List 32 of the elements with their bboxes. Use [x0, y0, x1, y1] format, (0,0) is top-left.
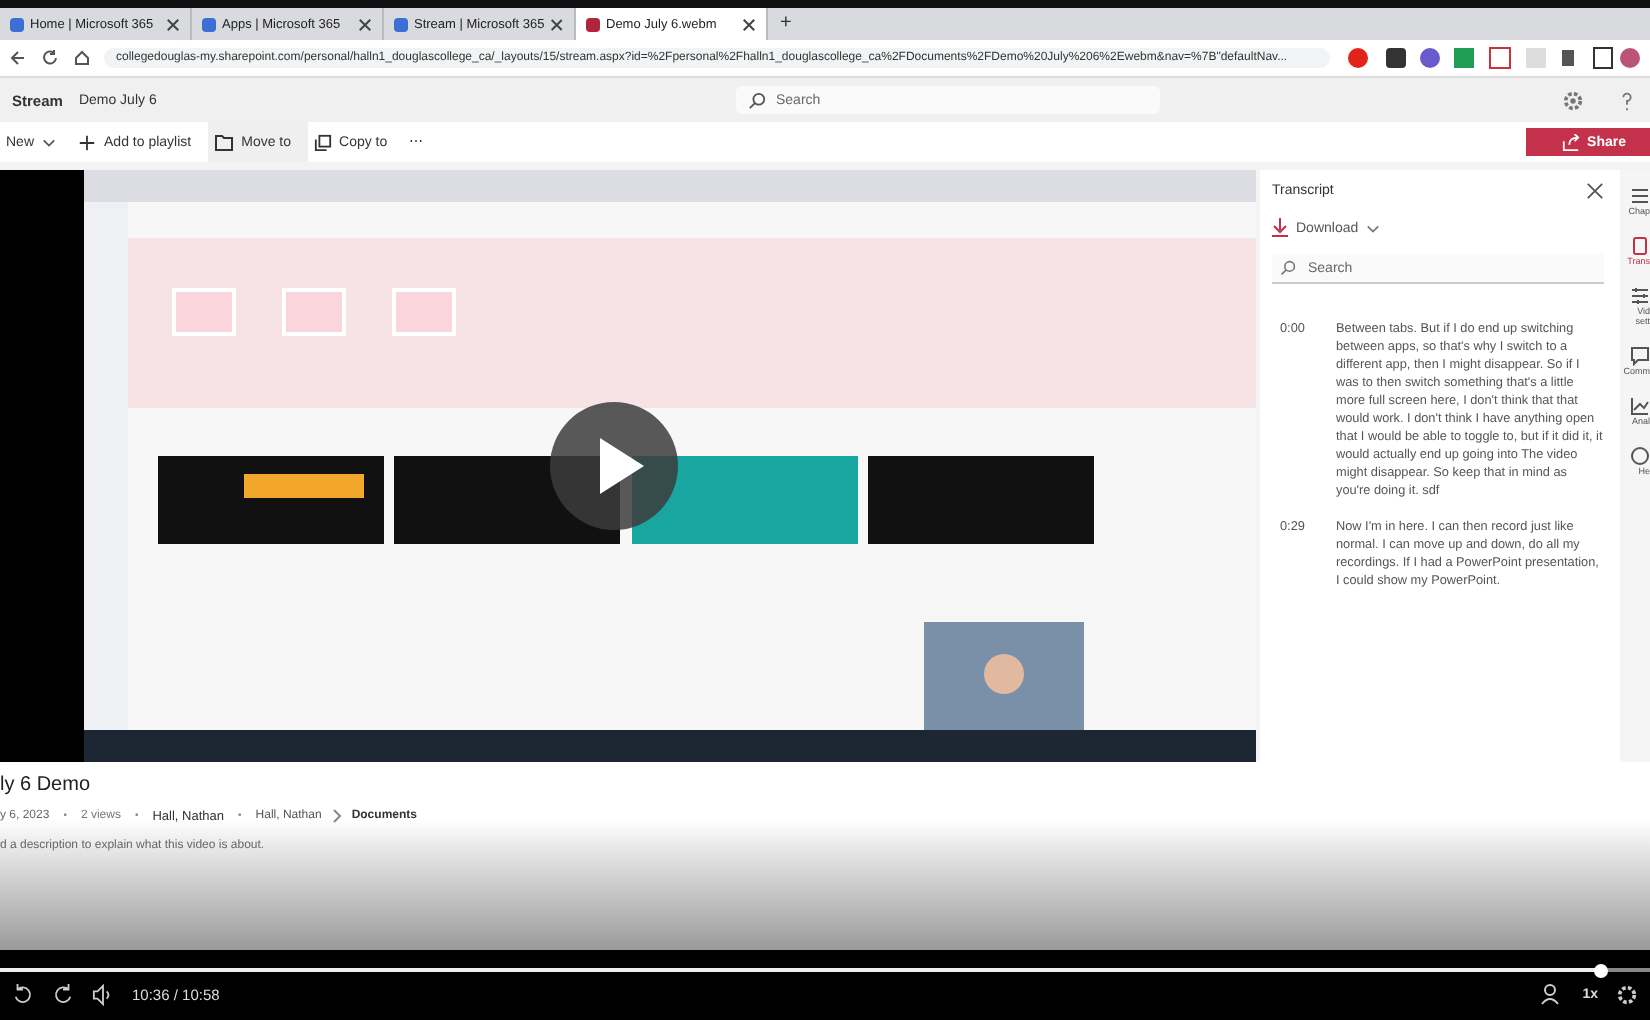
back-icon[interactable] — [8, 48, 28, 68]
close-icon[interactable] — [1586, 181, 1604, 199]
help-icon — [1630, 446, 1650, 466]
download-icon — [1272, 218, 1288, 238]
close-icon[interactable] — [550, 17, 564, 31]
share-icon — [1561, 133, 1580, 151]
transcript-icon — [1630, 236, 1650, 256]
video-title: ly 6 Demo — [0, 774, 93, 796]
chevron-icon — [1366, 223, 1381, 233]
new-tab-button[interactable]: + — [768, 8, 804, 40]
chapters-icon — [1630, 186, 1650, 206]
search-icon — [748, 91, 766, 109]
forward-icon[interactable] — [52, 984, 74, 1006]
chevron-icon — [331, 808, 342, 824]
chevron-icon — [42, 137, 57, 147]
close-icon[interactable] — [166, 17, 180, 31]
folder-icon — [213, 133, 234, 151]
close-icon[interactable] — [358, 17, 372, 31]
settings-icon[interactable] — [1616, 984, 1638, 1006]
copy-icon — [313, 133, 332, 151]
search-icon — [1280, 260, 1296, 276]
analytics-icon — [1630, 396, 1650, 416]
reload-icon[interactable] — [40, 48, 60, 68]
close-icon[interactable] — [742, 17, 756, 31]
rewind-icon[interactable] — [12, 984, 34, 1006]
comments-icon — [1630, 346, 1650, 366]
settings-icon — [1630, 286, 1650, 306]
play-button[interactable] — [550, 402, 678, 530]
plus-icon — [78, 133, 97, 151]
home-icon[interactable] — [72, 48, 92, 68]
volume-icon[interactable] — [92, 984, 114, 1006]
people-icon[interactable] — [1540, 984, 1565, 1006]
